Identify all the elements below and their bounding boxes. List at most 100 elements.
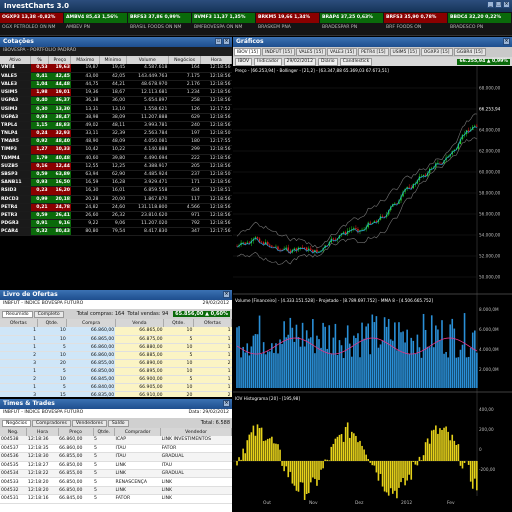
column-header[interactable]: Comprador (114, 428, 162, 436)
candle-body (258, 238, 261, 242)
quote-row[interactable]: PDGR3 0,91 9,16 9,22 9,06 11.207.020 792 12:18:… (0, 219, 232, 229)
chart-tab-6[interactable]: OGXP3 [15] (420, 48, 453, 56)
quote-row[interactable]: UGPA3 0,40 36,37 36,38 36,00 5.654.897 258 12:1… (0, 96, 232, 106)
trade-row[interactable]: 004537 12:18:35 66.860,00 5 ITAU FATOR (0, 444, 232, 454)
trades-tab-0[interactable]: Negócios (2, 419, 31, 427)
trades-tab-3[interactable]: Saldo (107, 419, 129, 427)
trades-tab-1[interactable]: Compradores (32, 419, 71, 427)
minimize-button[interactable]: _ (487, 1, 494, 8)
chart-tab-5[interactable]: USIM5 [15] (389, 48, 420, 56)
column-header[interactable]: Negócios (168, 56, 202, 64)
book-asset[interactable]: INBFUT - INDICE BOVESPA FUTURO (3, 301, 83, 308)
column-header[interactable]: Máximo (70, 56, 100, 64)
quote-row[interactable]: RDCD3 0,99 20,18 20,28 20,00 1.867.870 117 12:1… (0, 195, 232, 204)
column-header[interactable]: Qtde. (93, 428, 116, 436)
quote-row[interactable]: VALE5 0,41 42,45 43,00 42,05 143.449.763 7.175… (0, 72, 232, 81)
quote-row[interactable]: UGPA3 0,93 38,47 38,98 38,09 11.207.888 629 12:… (0, 113, 232, 122)
column-header[interactable]: Venda (115, 319, 165, 327)
chart-tab-0[interactable]: IBOV [15] (234, 48, 262, 56)
stock-chart[interactable]: 68.000,00 66.253,94 64.000,00 62.000,00 60.0… (233, 66, 512, 512)
pin-icon[interactable]: ▫ (215, 38, 222, 45)
book-row[interactable]: 1 5 66.840,00 66.905,00 10 1 (0, 383, 232, 392)
chart-tab-1[interactable]: INDFUT [15] (262, 48, 295, 56)
sell-qty-cell: 10 (163, 359, 194, 368)
chart-tool-0[interactable]: IBOV (235, 57, 253, 66)
column-header[interactable]: Volume (126, 56, 169, 64)
trade-row[interactable]: 004534 12:18:22 66.855,00 5 LINK GRADUAL (0, 469, 232, 479)
column-header[interactable]: Preço (48, 56, 72, 64)
quote-row[interactable]: PCAR4 0,32 80,43 80,80 79,54 8.417.830 347 12:1… (0, 227, 232, 237)
quote-row[interactable]: SANB11 0,93 16,50 16,59 16,28 3.929.471 171 12:… (0, 178, 232, 188)
column-header[interactable]: Vendedor (160, 428, 232, 436)
chart-tab-2[interactable]: VALE5 [15] (295, 48, 326, 56)
chart-tab-3[interactable]: VALE3 [15] (326, 48, 358, 56)
quote-row[interactable]: SBSP3 0,59 63,89 63,94 62,90 4.485.924 237 12:1… (0, 170, 232, 180)
book-row[interactable]: 1 5 66.860,00 66.880,00 10 1 (0, 343, 232, 352)
trades-tab-2[interactable]: Vendedores (71, 419, 107, 427)
close-icon[interactable]: × (503, 38, 510, 45)
column-header[interactable]: Hora (26, 428, 59, 436)
quote-row[interactable]: USIM5 1,98 19,01 19,36 18,67 12.113.681 1.234 1… (0, 88, 232, 98)
quote-row[interactable]: USIM3 0,30 13,30 13,31 13,10 1.558.621 126 12:1… (0, 104, 232, 114)
trade-row[interactable]: 004533 12:18:20 66.850,00 5 RENASCENÇA LINK (0, 477, 232, 487)
quote-row[interactable]: PETR4 0,21 24,78 24,82 24,60 131.118.800 4.566… (0, 203, 232, 212)
quote-row[interactable]: PETR3 0,59 26,41 26,60 26,32 23.810.620 971 12:… (0, 211, 232, 221)
column-header[interactable]: Ofertas (0, 319, 38, 327)
book-row[interactable]: 3 20 66.855,00 66.890,00 10 2 (0, 359, 232, 368)
column-header[interactable]: Qtde. (163, 319, 194, 327)
trade-row[interactable]: 004538 12:18:36 66.860,00 5 ICAP LINK INVESTI… (0, 436, 232, 445)
chart-tool-1[interactable]: Indicador (254, 57, 282, 66)
quote-row[interactable]: TMAR5 0,92 48,40 48,90 48,09 4.050.081 180 12:1… (0, 137, 232, 147)
ticker-item-bbdc4[interactable]: BBDC4 32,20 0,22% (448, 13, 511, 23)
trade-row[interactable]: 004536 12:18:30 66.855,00 5 ITAU GRADUAL (0, 452, 232, 462)
quote-row[interactable]: VALE3 1,04 44,48 44,75 44,21 48.678.970 2.176 1… (0, 80, 232, 90)
close-icon[interactable]: × (223, 291, 230, 298)
close-button[interactable]: × (503, 1, 510, 8)
book-row[interactable]: 1 10 66.860,00 66.865,00 10 1 (0, 327, 232, 336)
chart-tool-4[interactable]: Candlestick (339, 57, 373, 66)
column-header[interactable]: Hora (200, 56, 232, 64)
column-header[interactable]: % (30, 56, 50, 64)
chart-tool-2[interactable]: 29/02/2012 (283, 57, 317, 66)
column-header[interactable]: Mínimo (99, 56, 127, 64)
quote-row[interactable]: TIMP3 1,27 10,33 10,42 10,22 4.140.888 299 12:1… (0, 145, 232, 155)
trade-row[interactable]: 004535 12:18:27 66.850,00 5 LINK ITAU (0, 461, 232, 471)
book-tab-1[interactable]: Completo (33, 310, 64, 318)
ticker-item-ogxp3[interactable]: OGXP3 13,38 -0,82% (0, 13, 63, 23)
quote-row[interactable]: TRPL4 1,15 48,83 49,02 48,11 3.993.781 240 12:1… (0, 121, 232, 131)
ticker-item-bvmf3[interactable]: BVMF3 11,37 1,35% (192, 13, 255, 23)
quotes-list-name[interactable]: IBOVESPA - PORTFOLIO PADRÃO (0, 47, 232, 56)
maximize-button[interactable]: □ (495, 1, 502, 8)
trades-asset[interactable]: INBFUT - INDICE BOVESPA FUTURO (3, 410, 83, 417)
column-header[interactable]: Preço (58, 428, 94, 436)
trade-row[interactable]: 004532 12:18:20 66.850,00 5 LINK LINK (0, 486, 232, 496)
ticker-item-brap4[interactable]: BRAP4 37,25 0,63% (320, 13, 383, 23)
ticker-item-brfs3[interactable]: BRFS3 35,90 0,78% (384, 13, 447, 23)
chart-tab-4[interactable]: PETR4 [15] (358, 48, 389, 56)
close-icon[interactable]: × (223, 400, 230, 407)
book-row[interactable]: 2 10 66.845,00 66.900,00 5 1 (0, 375, 232, 384)
book-row[interactable]: 2 10 66.860,00 66.885,00 5 1 (0, 351, 232, 360)
book-row[interactable]: 1 10 66.865,00 66.875,00 5 1 (0, 335, 232, 344)
book-tab-0[interactable]: Resumido (2, 310, 33, 318)
quote-row[interactable]: TNLP4 0,24 32,93 33,11 32,39 2.563.784 197 12:1… (0, 129, 232, 139)
ticker-item-brfs3[interactable]: BRFS3 37,86 0,99% (128, 13, 191, 23)
trade-row[interactable]: 004531 12:18:16 66.845,00 5 FATOR LINK (0, 494, 232, 504)
chart-tab-7[interactable]: GGBR4 [15] (453, 48, 486, 56)
book-row[interactable]: 1 5 66.850,00 66.895,00 10 1 (0, 367, 232, 376)
quote-row[interactable]: SUZB5 0,16 12,44 12,55 12,25 4.388.917 205 12:1… (0, 162, 232, 171)
quote-row[interactable]: RSID3 0,23 16,20 16,30 16,01 6.859.558 434 12:1… (0, 186, 232, 196)
quote-row[interactable]: VNT4 0,53 19,63 19,87 19,45 4.587.618 164 12:18… (0, 64, 232, 73)
ticker-item-brkm5[interactable]: BRKM5 19,66 1,34% (256, 13, 319, 23)
close-icon[interactable]: × (223, 38, 230, 45)
ticker-item-ambv4[interactable]: AMBV4 85,43 1,56% (64, 13, 127, 23)
column-header[interactable]: Qtde. (37, 319, 68, 327)
column-header[interactable]: Ativo (0, 56, 32, 64)
column-header[interactable]: Compra (66, 319, 116, 327)
chart-tool-3[interactable]: Diário (318, 57, 338, 66)
column-header[interactable]: Neg. (0, 428, 28, 436)
candle-body (316, 249, 318, 253)
quote-row[interactable]: TAMM4 1,79 40,48 40,60 39,80 4.490.694 222 12:1… (0, 154, 232, 163)
book-row[interactable]: 3 15 66.835,00 66.910,00 20 2 (0, 391, 232, 397)
column-header[interactable]: Ofertas (193, 319, 232, 327)
